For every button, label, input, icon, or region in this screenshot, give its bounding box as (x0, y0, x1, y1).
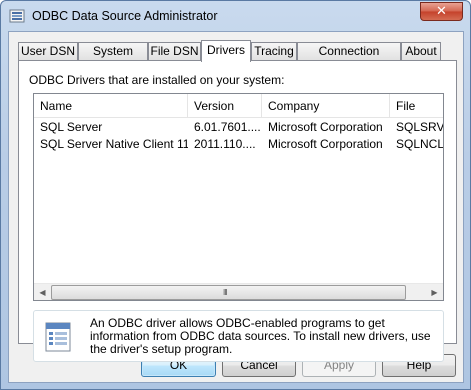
drivers-caption: ODBC Drivers that are installed on your … (29, 73, 285, 87)
driver-company: Microsoft Corporation (268, 137, 383, 151)
window-title: ODBC Data Source Administrator (32, 9, 218, 23)
list-item[interactable]: SQL Server Native Client 11.0 2011.110..… (34, 136, 443, 153)
driver-info-box: An ODBC driver allows ODBC-enabled progr… (33, 310, 444, 362)
list-item[interactable]: SQL Server 6.01.7601.... Microsoft Corpo… (34, 119, 443, 136)
grip-icon: III (223, 288, 228, 297)
tab-drivers[interactable]: Drivers (201, 40, 251, 62)
tab-about[interactable]: About (401, 42, 441, 61)
driver-info-text: An ODBC driver allows ODBC-enabled progr… (90, 316, 431, 356)
driver-company: Microsoft Corporation (268, 120, 383, 134)
tab-tracing[interactable]: Tracing (251, 42, 297, 61)
dialog-client-area: User DSN System DSN File DSN Drivers Tra… (8, 31, 464, 383)
tab-connection-pooling[interactable]: Connection Pooling (297, 42, 401, 75)
horizontal-scrollbar[interactable]: ◀ III ▶ (34, 283, 443, 300)
close-icon: ✕ (436, 3, 447, 18)
driver-file: SQLNCLI (396, 137, 443, 151)
driver-version: 2011.110.... (194, 137, 256, 151)
title-bar[interactable]: ODBC Data Source Administrator ✕ (1, 1, 470, 31)
driver-name: SQL Server Native Client 11.0 (40, 137, 188, 151)
close-button[interactable]: ✕ (420, 2, 463, 21)
odbc-app-icon (9, 9, 25, 23)
driver-name: SQL Server (40, 120, 103, 134)
column-header-name[interactable]: Name (34, 94, 188, 118)
drivers-tab-panel: ODBC Drivers that are installed on your … (18, 60, 457, 362)
column-header-version[interactable]: Version (188, 94, 262, 118)
driver-document-icon (45, 322, 71, 352)
tab-user-dsn[interactable]: User DSN (18, 42, 78, 61)
tab-system-dsn[interactable]: System DSN (78, 42, 148, 75)
list-header: Name Version Company File (34, 94, 443, 118)
driver-file: SQLSRV3 (396, 120, 443, 134)
odbc-dialog-window: ODBC Data Source Administrator ✕ User DS… (0, 0, 471, 390)
scroll-right-icon[interactable]: ▶ (426, 284, 443, 300)
column-header-file[interactable]: File (390, 94, 443, 118)
tab-strip: User DSN System DSN File DSN Drivers Tra… (18, 40, 458, 75)
tab-file-dsn[interactable]: File DSN (148, 42, 201, 61)
scroll-left-icon[interactable]: ◀ (34, 284, 51, 300)
column-header-company[interactable]: Company (262, 94, 390, 118)
driver-version: 6.01.7601.... (194, 120, 261, 134)
drivers-list[interactable]: Name Version Company File SQL Server 6.0… (33, 93, 444, 301)
scrollbar-thumb[interactable]: III (51, 285, 406, 300)
